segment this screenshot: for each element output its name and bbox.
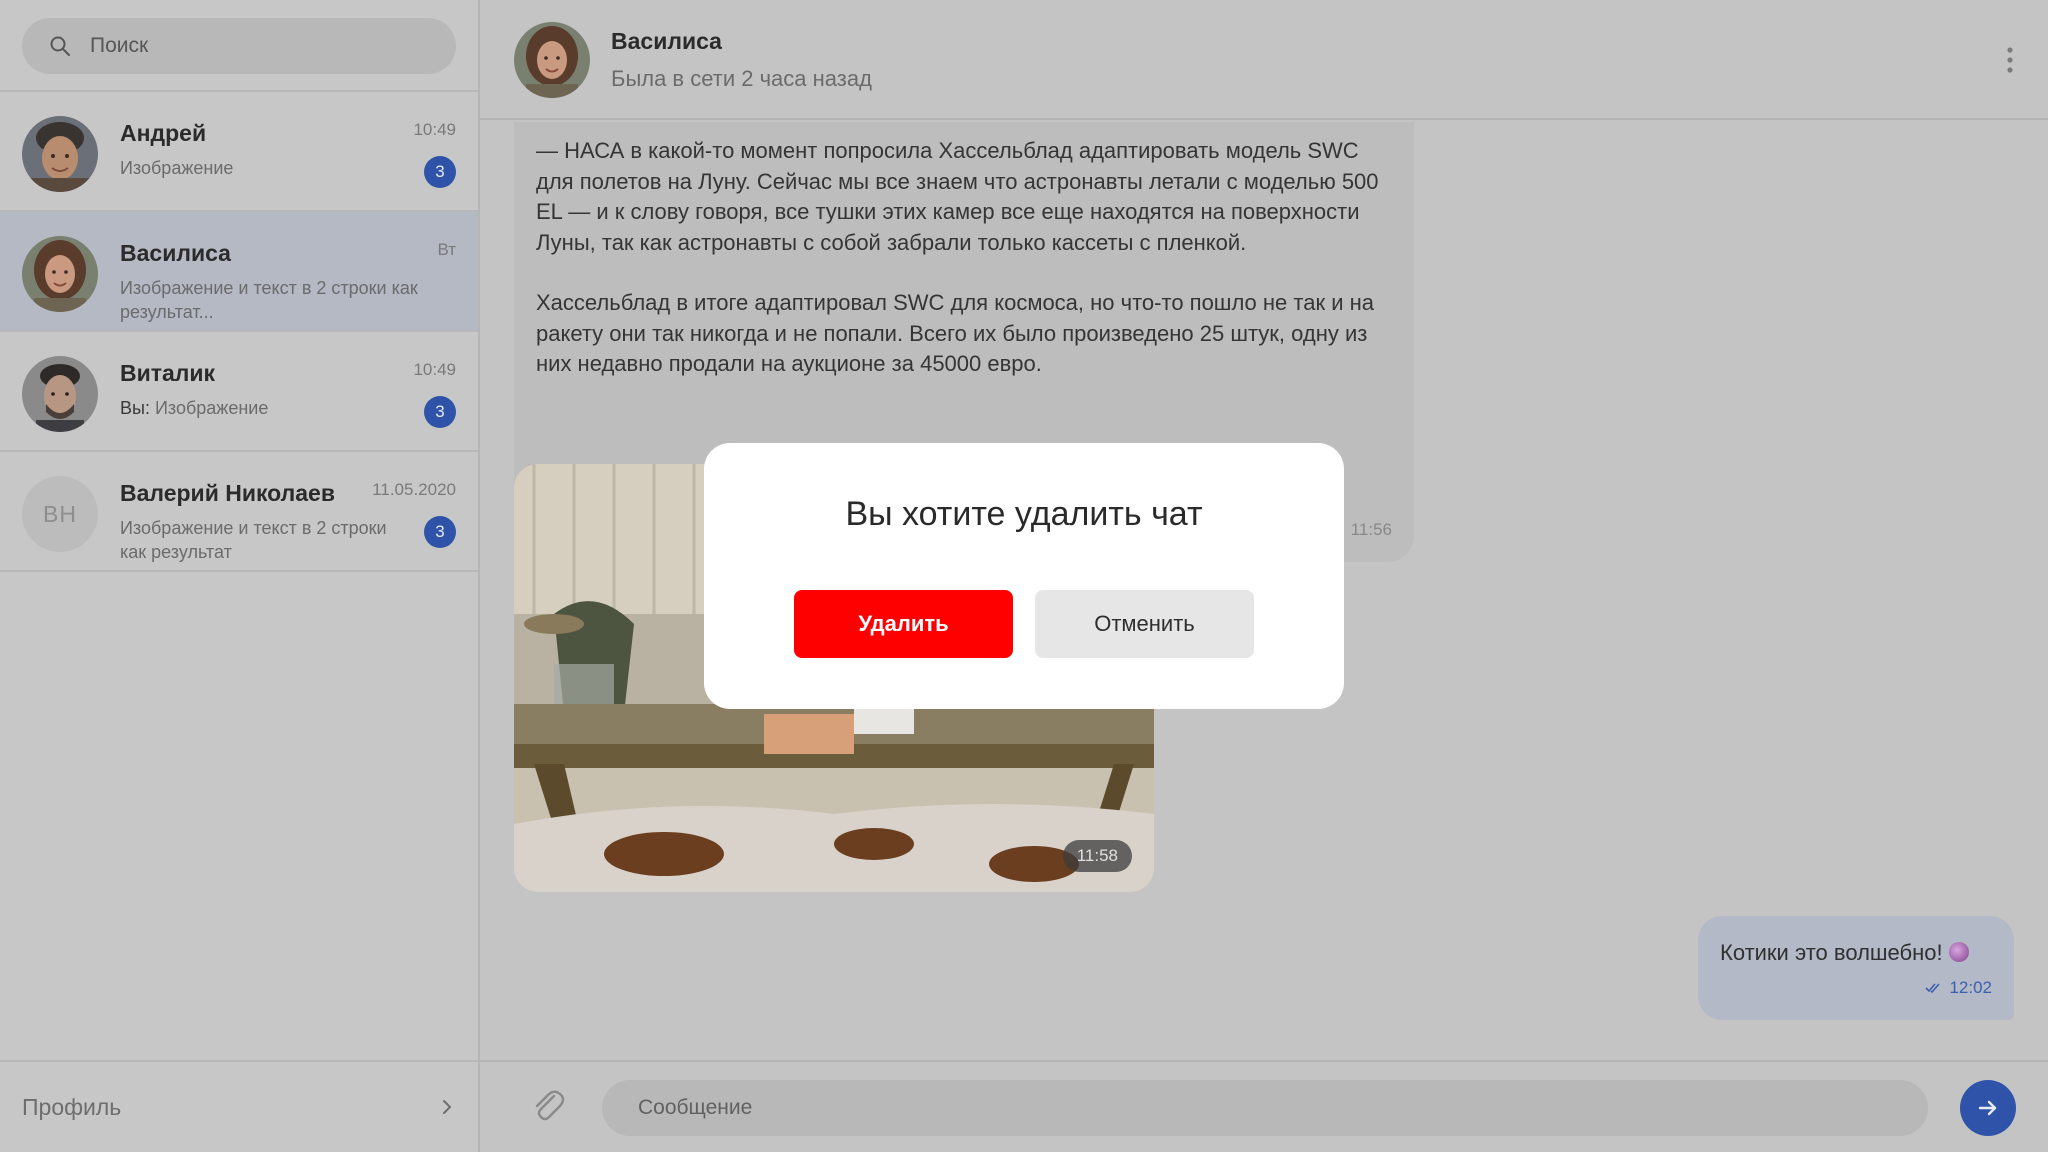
avatar — [22, 356, 98, 432]
search-input[interactable]: Поиск — [22, 18, 456, 74]
message-time: 12:02 — [1949, 978, 1992, 997]
chat-preview: Изображение — [120, 158, 234, 178]
chat-name: Андрей — [120, 120, 207, 146]
message-paragraph: — НАСА в какой-то момент попросила Хассе… — [536, 138, 1379, 255]
avatar — [22, 236, 98, 312]
unread-badge: 3 — [424, 156, 456, 188]
preview-text: Изображение — [154, 398, 269, 418]
attach-icon[interactable] — [528, 1086, 568, 1126]
message-meta: 12:02 — [1925, 978, 1992, 998]
unread-badge: 3 — [424, 396, 456, 428]
chat-item-andrey[interactable]: Андрей 10:49 Изображение 3 — [0, 92, 478, 212]
message-time: 11:58 — [1062, 840, 1132, 872]
chat-item-vitalik[interactable]: Виталик 10:49 Вы: Изображение 3 — [0, 332, 478, 452]
preview-prefix: Вы: — [120, 398, 150, 418]
chat-preview: Изображение и текст в 2 строки как резул… — [120, 278, 418, 322]
delete-chat-dialog: Вы хотите удалить чат Удалить Отменить — [704, 443, 1344, 709]
unread-badge: 3 — [424, 516, 456, 548]
avatar-initials: ВН — [22, 476, 98, 552]
delete-button[interactable]: Удалить — [794, 590, 1013, 658]
sidebar: Поиск Андрей 10:49 Изображение 3 Василис… — [0, 0, 480, 1152]
chat-preview: Вы: Изображение — [120, 396, 440, 420]
chat-time: Вт — [437, 240, 456, 259]
chat-name: Виталик — [120, 360, 216, 386]
chat-name: Валерий Николаев — [120, 480, 335, 506]
chat-header: Василиса Была в сети 2 часа назад — [480, 0, 2048, 120]
avatar — [22, 116, 98, 192]
chat-name: Василиса — [120, 240, 231, 266]
crystal-ball-emoji-icon — [1948, 942, 1969, 962]
send-button[interactable] — [1960, 1080, 2016, 1136]
composer — [480, 1060, 2048, 1152]
chat-preview: Изображение и текст в 2 строки как резул… — [120, 518, 387, 562]
chat-item-valery[interactable]: ВН Валерий Николаев 11.05.2020 Изображен… — [0, 452, 478, 572]
message-input[interactable] — [602, 1080, 1928, 1136]
double-check-icon — [1925, 983, 1941, 994]
chat-time: 11.05.2020 — [372, 480, 456, 499]
chat-time: 10:49 — [413, 360, 456, 379]
more-vertical-icon[interactable] — [2006, 46, 2014, 74]
search-placeholder: Поиск — [90, 34, 149, 57]
contact-status: Была в сети 2 часа назад — [611, 66, 872, 91]
dialog-title: Вы хотите удалить чат — [845, 495, 1203, 533]
avatar[interactable] — [514, 22, 590, 98]
outgoing-message: Котики это волшебно! 12:02 — [1698, 916, 2014, 1020]
chat-item-vasilisa[interactable]: Василиса Вт Изображение и текст в 2 стро… — [0, 212, 478, 332]
message-time: 11:56 — [1350, 520, 1392, 539]
send-icon — [1978, 1100, 1997, 1116]
contact-name: Василиса — [611, 28, 722, 54]
profile-button[interactable]: Профиль — [0, 1062, 478, 1152]
message-paragraph: Хассельблад в итоге адаптировал SWC для … — [536, 290, 1374, 376]
profile-label: Профиль — [22, 1093, 122, 1120]
cancel-button[interactable]: Отменить — [1035, 590, 1254, 658]
chat-time: 10:49 — [413, 120, 456, 139]
message-text: Котики это волшебно! — [1720, 940, 1992, 966]
chevron-right-icon — [443, 1100, 452, 1114]
search-icon — [50, 36, 70, 56]
